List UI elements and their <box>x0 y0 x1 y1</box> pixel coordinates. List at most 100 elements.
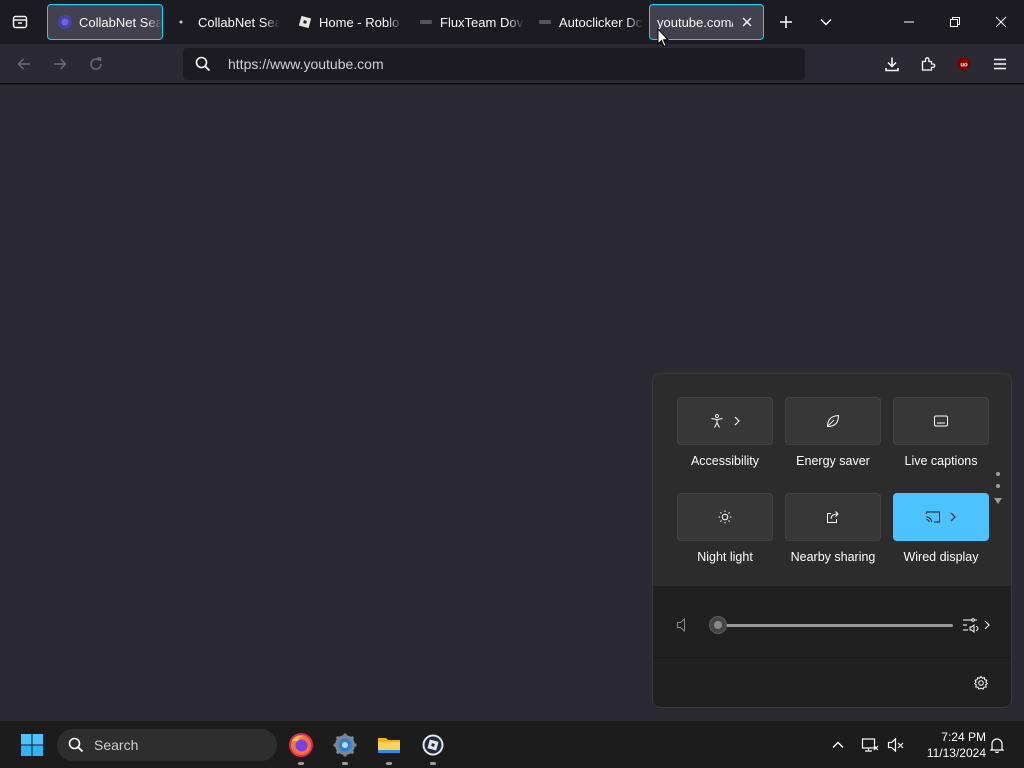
chevron-right-icon <box>950 512 956 522</box>
search-label: Search <box>94 737 139 753</box>
volume-section <box>653 587 1011 657</box>
settings-app-icon <box>333 733 357 757</box>
scroll-down-arrow-icon[interactable] <box>994 497 1002 505</box>
volume-slider-thumb[interactable] <box>709 616 727 634</box>
taskbar-app-settings[interactable] <box>327 727 363 765</box>
leaf-icon <box>826 414 840 428</box>
live-captions-tile[interactable] <box>893 397 989 445</box>
taskbar-search-box[interactable]: Search <box>57 729 277 761</box>
url-input[interactable] <box>228 56 768 72</box>
tab-title: Autoclicker Dc <box>559 14 643 30</box>
clock-time: 7:24 PM <box>941 730 986 744</box>
tab-close-button[interactable] <box>737 12 757 32</box>
show-hidden-icons-button[interactable] <box>824 731 852 759</box>
restore-icon <box>950 17 960 27</box>
tab-title: FluxTeam Dov <box>440 14 524 30</box>
list-all-tabs-button[interactable] <box>812 8 840 36</box>
autoclicker-favicon-icon <box>537 14 553 30</box>
plus-icon <box>780 16 792 28</box>
minimize-icon <box>904 21 914 23</box>
start-button[interactable] <box>14 729 50 761</box>
hamburger-menu-icon <box>994 58 1006 70</box>
download-icon <box>885 57 899 72</box>
tile-label: Accessibility <box>690 454 760 468</box>
firefox-view-icon <box>12 15 28 29</box>
reload-icon <box>90 57 102 70</box>
page-indicator-dot[interactable] <box>996 472 1000 476</box>
svg-text:uo: uo <box>960 63 968 69</box>
energy-saver-tile[interactable] <box>785 397 881 445</box>
tab-collabnet-1[interactable]: CollabNet Sea <box>47 4 163 40</box>
back-arrow-icon <box>17 58 30 70</box>
address-bar[interactable] <box>183 48 805 80</box>
tab-title: Home - Roblo <box>319 14 400 30</box>
windows-logo-icon <box>21 734 43 756</box>
quick-settings-footer <box>653 657 1011 707</box>
running-indicator <box>386 762 392 765</box>
tile-label: Live captions <box>904 454 978 468</box>
close-icon <box>742 17 752 27</box>
close-window-button[interactable] <box>978 0 1024 44</box>
volume-tray-button[interactable] <box>882 731 910 759</box>
puzzle-icon <box>921 57 936 71</box>
forward-button[interactable] <box>46 50 74 78</box>
audio-output-icon[interactable] <box>962 617 980 633</box>
nearby-sharing-tile[interactable] <box>785 493 881 541</box>
close-icon <box>995 16 1007 28</box>
roblox-favicon-icon <box>297 14 313 30</box>
gear-icon[interactable] <box>973 675 989 691</box>
cast-icon <box>926 511 940 523</box>
app-menu-button[interactable] <box>986 50 1014 78</box>
accessibility-tile[interactable] <box>677 397 773 445</box>
tab-roblox-home[interactable]: Home - Roblo <box>291 4 403 40</box>
quick-settings-panel: Accessibility Energy saver Live captions… <box>652 373 1012 708</box>
dot-favicon-icon <box>176 14 192 30</box>
downloads-button[interactable] <box>878 50 906 78</box>
minimize-button[interactable] <box>886 0 932 44</box>
forward-arrow-icon <box>54 58 67 70</box>
wired-display-tile[interactable] <box>893 493 989 541</box>
tab-strip: CollabNet Sea CollabNet Sea Home - Roblo… <box>0 0 1024 44</box>
taskbar-app-file-explorer[interactable] <box>371 727 407 765</box>
extensions-button[interactable] <box>914 50 942 78</box>
running-indicator <box>298 762 304 765</box>
tab-collabnet-2[interactable]: CollabNet Sea <box>170 4 280 40</box>
system-clock[interactable]: 7:24 PM 11/13/2024 <box>914 729 986 761</box>
tile-label: Night light <box>697 550 753 564</box>
navigation-toolbar: uo <box>0 44 1024 84</box>
tab-fluxteam[interactable]: FluxTeam Dov <box>412 4 524 40</box>
clock-date: 11/13/2024 <box>926 746 986 760</box>
speaker-muted-icon[interactable] <box>676 617 690 633</box>
tab-title: CollabNet Sea <box>198 14 280 30</box>
taskbar-app-firefox[interactable] <box>283 727 319 765</box>
roblox-studio-icon <box>422 734 444 756</box>
taskbar-app-roblox-studio[interactable] <box>415 727 451 765</box>
tile-label: Nearby sharing <box>790 550 876 564</box>
tab-title: CollabNet Sea <box>79 14 162 30</box>
chevron-right-icon[interactable] <box>983 620 991 630</box>
new-tab-button[interactable] <box>772 8 800 36</box>
ublock-origin-button[interactable]: uo <box>950 50 978 78</box>
search-icon <box>68 737 84 753</box>
page-indicator-dot[interactable] <box>996 484 1000 488</box>
volume-slider-track[interactable] <box>718 624 953 627</box>
bell-icon <box>989 738 1005 753</box>
mouse-cursor-icon <box>657 28 669 48</box>
collabnet-favicon-icon <box>57 14 73 30</box>
ublock-icon: uo <box>958 57 970 71</box>
night-light-tile[interactable] <box>677 493 773 541</box>
back-button[interactable] <box>10 50 38 78</box>
restore-button[interactable] <box>932 0 978 44</box>
chevron-down-icon <box>820 18 832 26</box>
fluxteam-favicon-icon <box>418 14 434 30</box>
tab-autoclicker[interactable]: Autoclicker Dc <box>531 4 643 40</box>
chevron-right-icon <box>734 416 740 426</box>
firefox-view-button[interactable] <box>6 8 34 36</box>
accessibility-icon <box>711 414 723 428</box>
brightness-icon <box>718 510 732 524</box>
network-disconnected-icon <box>861 738 879 752</box>
chevron-up-icon <box>832 741 844 748</box>
reload-button[interactable] <box>82 50 110 78</box>
notifications-button[interactable] <box>983 731 1011 759</box>
network-tray-button[interactable] <box>856 731 884 759</box>
